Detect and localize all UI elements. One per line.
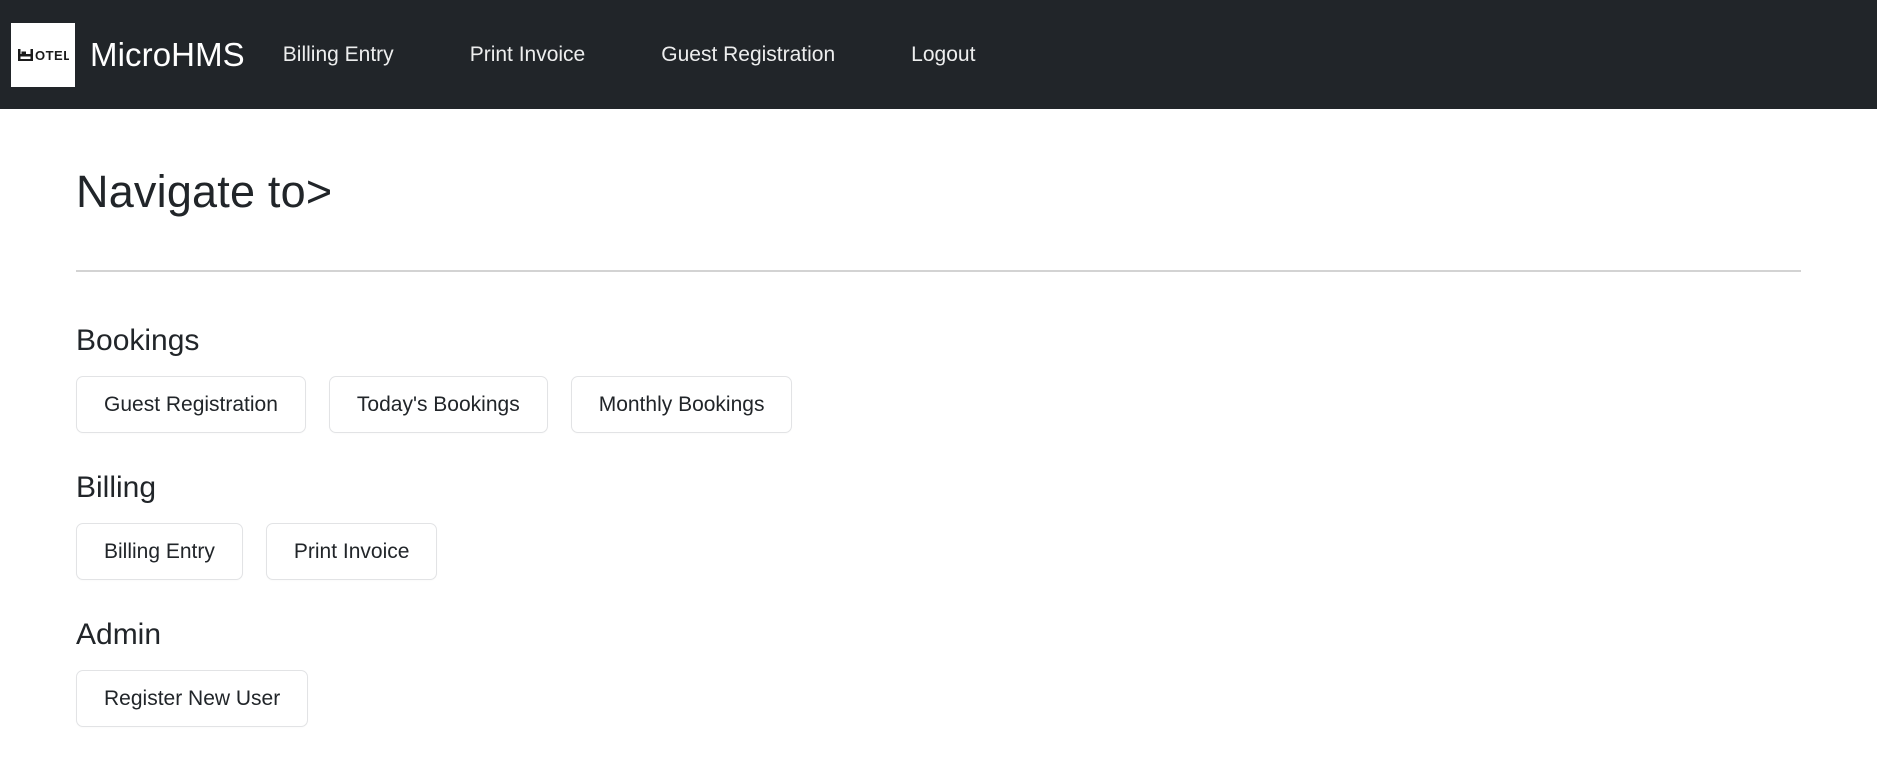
svg-text:OTEL: OTEL xyxy=(35,48,69,63)
main-content: Navigate to> Bookings Guest Registration… xyxy=(76,109,1801,727)
guest-registration-button[interactable]: Guest Registration xyxy=(76,376,306,433)
nav-link-billing-entry[interactable]: Billing Entry xyxy=(245,32,432,77)
nav-item-billing-entry: Billing Entry xyxy=(245,32,432,77)
top-navbar: OTEL MicroHMS Billing Entry Print Invoic… xyxy=(0,0,1877,109)
nav-item-print-invoice: Print Invoice xyxy=(432,32,624,77)
section-title-admin: Admin xyxy=(76,618,162,651)
nav-item-guest-registration: Guest Registration xyxy=(623,32,873,77)
admin-button-row: Register New User xyxy=(76,670,1801,727)
hotel-bed-logo-icon: OTEL xyxy=(11,22,75,87)
brand-name: MicroHMS xyxy=(90,36,245,73)
print-invoice-button[interactable]: Print Invoice xyxy=(265,523,438,580)
section-bookings: Bookings Guest Registration Today's Book… xyxy=(76,323,1801,433)
primary-navigation: Billing Entry Print Invoice Guest Regist… xyxy=(245,32,994,77)
page-title: Navigate to> xyxy=(76,166,333,217)
monthly-bookings-button[interactable]: Monthly Bookings xyxy=(570,376,793,433)
nav-link-list: Billing Entry Print Invoice Guest Regist… xyxy=(245,32,994,77)
billing-button-row: Billing Entry Print Invoice xyxy=(76,523,1801,580)
section-title-billing: Billing xyxy=(76,471,157,504)
brand-home-link[interactable]: OTEL MicroHMS xyxy=(11,22,245,87)
nav-link-logout[interactable]: Logout xyxy=(873,32,993,77)
section-title-bookings: Bookings xyxy=(76,324,200,357)
todays-bookings-button[interactable]: Today's Bookings xyxy=(328,376,548,433)
title-divider xyxy=(76,270,1801,272)
register-new-user-button[interactable]: Register New User xyxy=(76,670,309,727)
nav-link-print-invoice[interactable]: Print Invoice xyxy=(432,32,624,77)
section-billing: Billing Billing Entry Print Invoice xyxy=(76,470,1801,580)
nav-link-guest-registration[interactable]: Guest Registration xyxy=(623,32,873,77)
bookings-button-row: Guest Registration Today's Bookings Mont… xyxy=(76,376,1801,433)
section-admin: Admin Register New User xyxy=(76,617,1801,727)
nav-item-logout: Logout xyxy=(873,32,993,77)
billing-entry-button[interactable]: Billing Entry xyxy=(76,523,243,580)
